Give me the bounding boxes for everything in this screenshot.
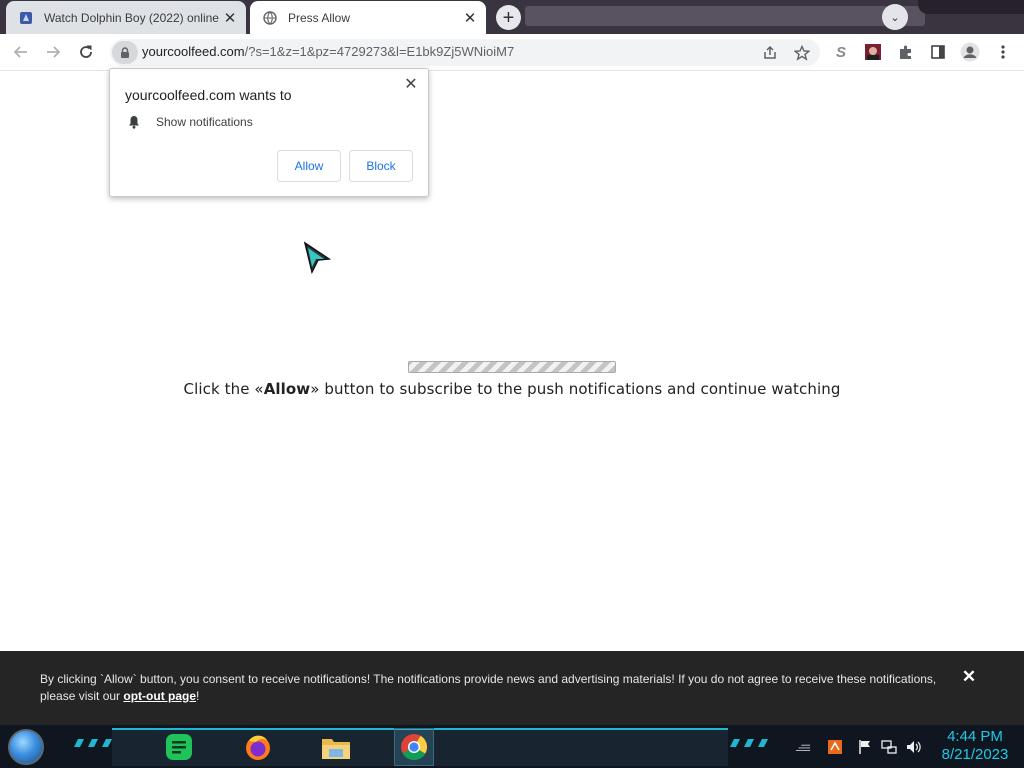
tab-press-allow[interactable]: Press Allow ✕ <box>250 1 486 34</box>
tab-title: Press Allow <box>288 10 351 25</box>
taskbar-decoration-left <box>74 739 112 747</box>
prompt-close-icon[interactable]: ✕ <box>402 75 420 93</box>
url-host: yourcoolfeed.com <box>142 44 245 59</box>
tab-title: Watch Dolphin Boy (2022) online <box>44 10 219 25</box>
browser-menu-icon[interactable] <box>990 39 1016 65</box>
start-button-icon[interactable] <box>8 729 44 765</box>
opt-out-link[interactable]: opt-out page <box>123 689 196 703</box>
profile-avatar-icon[interactable] <box>957 39 983 65</box>
extension-avatar-icon[interactable] <box>860 39 886 65</box>
screen: Watch Dolphin Boy (2022) online ✕ Press … <box>0 0 1024 768</box>
tab-close-icon[interactable]: ✕ <box>220 8 240 28</box>
allow-button[interactable]: Allow <box>277 150 341 182</box>
taskbar-decoration-right <box>730 739 768 747</box>
chrome-icon[interactable] <box>394 728 434 766</box>
new-tab-button[interactable]: + <box>496 5 521 30</box>
tray-overflow-icon[interactable] <box>795 739 811 755</box>
browser-toolbar: yourcoolfeed.com/?s=1&z=1&pz=4729273&l=E… <box>0 34 1024 71</box>
back-arrow-icon[interactable] <box>8 39 34 65</box>
forward-arrow-icon[interactable] <box>40 39 66 65</box>
tab-dolphin-boy[interactable]: Watch Dolphin Boy (2022) online ✕ <box>6 1 246 34</box>
action-center-flag-icon[interactable] <box>857 739 873 755</box>
tab-search-button[interactable]: ⌄ <box>882 4 908 30</box>
share-icon[interactable] <box>760 43 780 63</box>
bell-icon <box>127 115 141 129</box>
address-bar[interactable]: yourcoolfeed.com/?s=1&z=1&pz=4729273&l=E… <box>110 39 820 66</box>
extensions-puzzle-icon[interactable] <box>893 39 919 65</box>
url-path: /?s=1&z=1&pz=4729273&l=E1bk9Zj5WNioiM7 <box>244 44 515 59</box>
site-favicon-icon <box>18 10 34 26</box>
prompt-title: yourcoolfeed.com wants to <box>125 87 292 103</box>
clock-date: 8/21/2023 <box>941 746 1009 763</box>
permission-row: Show notifications <box>127 115 253 129</box>
file-explorer-icon[interactable] <box>316 728 356 766</box>
bookmark-star-icon[interactable] <box>792 43 812 63</box>
banner-text: By clicking `Allow` button, you consent … <box>40 672 937 703</box>
block-button[interactable]: Block <box>349 150 413 182</box>
allow-emphasis: Allow <box>263 380 311 398</box>
taskbar-clock[interactable]: 4:44 PM 8/21/2023 <box>930 728 1020 764</box>
firefox-icon[interactable] <box>238 728 278 766</box>
cursor-arrow-icon <box>302 241 332 275</box>
consent-banner: By clicking `Allow` button, you consent … <box>0 651 1024 725</box>
globe-icon <box>262 10 278 26</box>
lock-icon[interactable] <box>112 41 138 64</box>
clock-time: 4:44 PM <box>947 728 1003 745</box>
taskbar: 4:44 PM 8/21/2023 <box>0 725 1024 768</box>
tab-strip: Watch Dolphin Boy (2022) online ✕ Press … <box>0 0 1024 34</box>
loading-progress-bar <box>408 361 616 373</box>
notes-app-icon[interactable] <box>159 728 199 766</box>
url-text[interactable]: yourcoolfeed.com/?s=1&z=1&pz=4729273&l=E… <box>142 44 514 59</box>
tab-close-icon[interactable]: ✕ <box>460 8 480 28</box>
permission-label: Show notifications <box>156 115 253 129</box>
notification-permission-prompt: yourcoolfeed.com wants to ✕ Show notific… <box>109 68 429 197</box>
extension-s-icon[interactable]: S <box>828 39 854 65</box>
window-frame-decoration <box>918 0 1024 14</box>
side-panel-icon[interactable] <box>925 39 951 65</box>
network-icon[interactable] <box>881 739 897 755</box>
allow-instruction-text: Click the «Allow» button to subscribe to… <box>183 380 841 398</box>
banner-close-icon[interactable]: ✕ <box>960 667 978 686</box>
volume-icon[interactable] <box>905 739 921 755</box>
tabstrip-decoration <box>525 6 925 26</box>
reload-icon[interactable] <box>73 39 99 65</box>
tray-app-icon[interactable] <box>827 739 843 755</box>
